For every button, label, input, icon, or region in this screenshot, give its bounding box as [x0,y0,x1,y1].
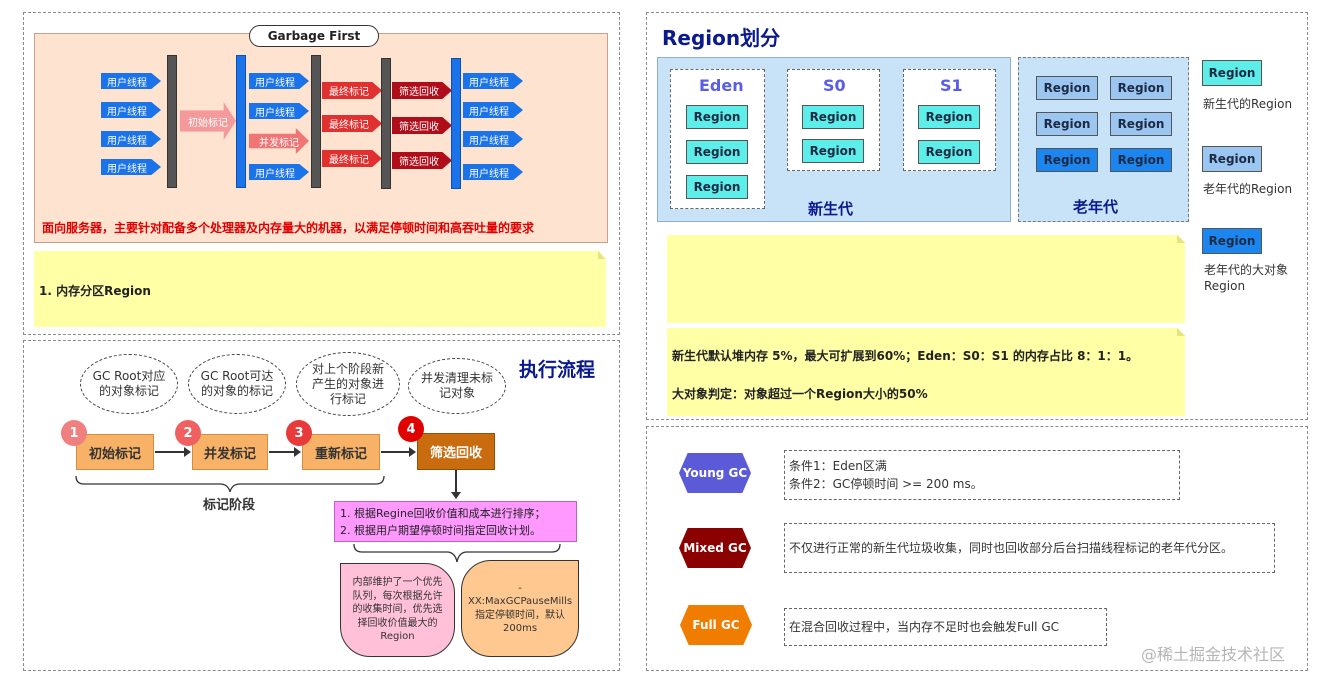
step-cloud: 对上个阶段新产生的对象进行标记 [296,352,400,416]
region-note-line: 大对象判定：对象超过一个Region大小的50% [672,387,928,401]
old-region: Region [1036,112,1098,136]
young-gc-condition: 条件2：GC停顿时间 >= 200 ms。 [789,477,983,491]
user-thread-arrow: 用户线程 [101,159,161,175]
s1-region: Region [918,105,980,129]
region-note-line: 新生代默认堆内存 5%，最大可扩展到60%；Eden：S0：S1 的内存占比 8… [672,349,1139,363]
user-thread-arrow: 用户线程 [101,73,161,89]
step-number: 2 [175,420,201,446]
s0-region: Region [802,139,864,163]
legend-old-swatch: Region [1202,146,1262,172]
s0-title: S0 [823,76,846,95]
user-thread-arrow: 用户线程 [101,102,161,118]
final-mark-arrow: 最终标记 [322,150,382,167]
user-thread-arrow: 用户线程 [249,103,309,119]
user-thread-arrow: 用户线程 [463,102,523,118]
old-generation-label: 老年代 [1073,198,1119,216]
cleanup-arrow: 筛选回收 [392,82,452,99]
full-gc-description: 在混合回收过程中，当内存不足时也会触发Full GC [784,608,1107,646]
gc-description: 面向服务器，主要针对配备多个处理器及内存量大的机器，以满足停顿时间和高吞吐量的要… [42,221,535,235]
mixed-gc-line: 不仅进行正常的新生代垃圾收集，同时也回收部分后台扫描线程标记的老年代分区。 [789,541,1234,555]
cleanup-bar [451,58,461,189]
region-title: Region划分 [662,26,781,50]
old-region: Region [1110,112,1172,136]
cleanup-plan-line: 2. 根据用户期望停顿时间指定回收计划。 [340,523,541,537]
young-gc-condition: 条件1：Eden区满 [789,459,887,473]
step-cloud: 并发清理未标记对象 [408,358,506,414]
cleanup-connector-head [451,492,461,499]
mark-phase-brace [75,475,385,493]
user-thread-arrow: 用户线程 [463,131,523,147]
eden-region: Region [686,175,748,199]
step-number: 4 [398,416,424,442]
gc-title: Garbage First [249,25,379,47]
priority-queue-bubble: 内部维护了一个优先队列，每次根据允许的收集时间，优先选择回收价值最大的Regio… [340,563,455,657]
mark-phase-label: 标记阶段 [203,498,256,513]
final-mark-arrow: 最终标记 [322,115,382,132]
step-cloud: GC Root可达的对象的标记 [188,354,286,414]
eden-title: Eden [699,76,744,95]
legend-humongous-text: 老年代的大对象Region [1204,263,1289,294]
region-note-top [667,235,1185,323]
safepoint-bar [381,58,391,189]
step-cleanup: 筛选回收 [417,433,495,470]
step-concurrent-mark: 并发标记 [192,434,268,470]
mixed-gc-description: 不仅进行正常的新生代垃圾收集，同时也回收部分后台扫描线程标记的老年代分区。 [784,523,1275,573]
user-thread-arrow: 用户线程 [463,73,523,89]
old-region: Region [1110,76,1172,100]
humongous-region: Region [1110,148,1172,172]
step-initial-mark: 初始标记 [76,434,154,470]
humongous-region: Region [1036,148,1098,172]
step-number: 1 [61,420,87,446]
step-number: 3 [286,420,312,446]
legend-young-text: 新生代的Region [1203,97,1293,111]
process-title: 执行流程 [519,359,596,381]
pause-time-bubble: -XX:MaxGCPauseMills指定停顿时间，默认200ms [461,560,579,657]
old-region: Region [1036,76,1098,100]
flow-arrow [269,447,301,457]
young-generation-label: 新生代 [808,200,854,218]
cleanup-arrow: 筛选回收 [392,117,452,134]
cleanup-arrow: 筛选回收 [392,152,452,169]
eden-region: Region [686,140,748,164]
user-thread-arrow: 用户线程 [463,164,523,180]
s1-title: S1 [940,76,963,95]
watermark: @稀土掘金技术社区 [1141,645,1286,664]
step-cloud: GC Root对应的对象标记 [80,354,178,414]
region-note-bottom: 新生代默认堆内存 5%，最大可扩展到60%；Eden：S0：S1 的内存占比 8… [667,328,1185,416]
cleanup-connector [455,470,457,494]
user-thread-arrow: 用户线程 [101,131,161,147]
final-mark-arrow: 最终标记 [322,82,382,99]
initial-mark-bar [236,55,246,188]
legend-humongous-swatch: Region [1202,228,1262,254]
memory-region-note-text: 1. 内存分区Region [39,284,151,298]
young-gc-badge: Young GC [679,453,751,493]
step-remark: 重新标记 [302,434,380,470]
safepoint-bar [167,55,177,188]
legend-young-swatch: Region [1202,60,1262,86]
s1-region: Region [918,140,980,164]
legend-old-text: 老年代的Region [1203,182,1293,196]
young-gc-conditions: 条件1：Eden区满 条件2：GC停顿时间 >= 200 ms。 [784,450,1180,500]
flow-arrow [381,447,416,457]
full-gc-line: 在混合回收过程中，当内存不足时也会触发Full GC [789,620,1060,634]
full-gc-badge: Full GC [680,605,752,645]
memory-region-note: 1. 内存分区Region [34,251,606,327]
mixed-gc-badge: Mixed GC [679,528,751,568]
user-thread-arrow: 用户线程 [249,73,309,89]
user-thread-arrow: 用户线程 [249,164,309,180]
safepoint-bar [311,55,321,188]
cleanup-plan-line: 1. 根据Regine回收价值和成本进行排序； [340,507,546,520]
flow-arrow [155,447,191,457]
eden-region: Region [686,105,748,129]
s0-region: Region [802,105,864,129]
cleanup-plan-box: 1. 根据Regine回收价值和成本进行排序； 2. 根据用户期望停顿时间指定回… [334,501,577,542]
